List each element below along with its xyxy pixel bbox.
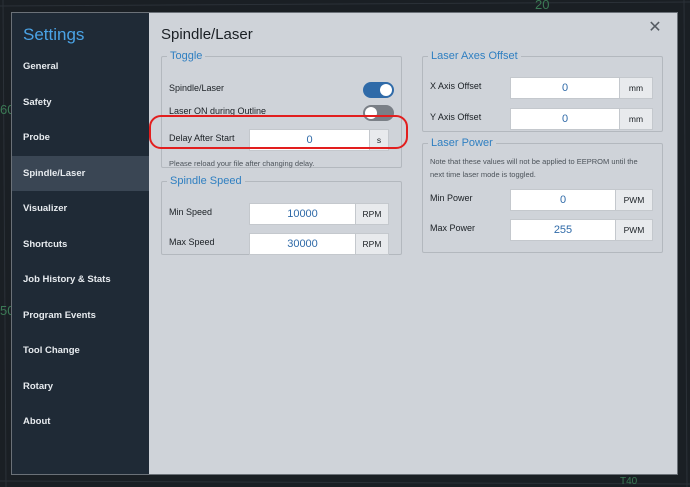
max-power-row: Max Power 255 PWM	[430, 219, 655, 241]
max-speed-unit: RPM	[356, 233, 389, 255]
min-power-label: Min Power	[430, 193, 473, 203]
delay-note: Please reload your file after changing d…	[169, 159, 315, 168]
toggle-legend: Toggle	[170, 50, 203, 62]
laser-outline-toggle[interactable]	[363, 105, 394, 121]
settings-sidebar: Settings General Safety Probe Spindle/La…	[12, 13, 149, 474]
min-speed-unit: RPM	[356, 203, 389, 225]
laser-power-fieldset: Laser Power Note that these values will …	[422, 137, 663, 253]
sidebar-nav: General Safety Probe Spindle/Laser Visua…	[12, 49, 149, 440]
laser-outline-label: Laser ON during Outline	[169, 106, 267, 116]
settings-modal: Settings General Safety Probe Spindle/La…	[11, 12, 678, 475]
sidebar-item-general[interactable]: General	[12, 49, 149, 85]
laser-power-note-line2: next time laser mode is toggled.	[430, 170, 536, 179]
min-speed-row: Min Speed 10000 RPM	[169, 203, 394, 225]
min-speed-input[interactable]: 10000	[249, 203, 356, 225]
delay-unit: s	[370, 129, 389, 151]
page-title: Spindle/Laser	[161, 26, 253, 43]
x-offset-label: X Axis Offset	[430, 81, 482, 91]
bg-axis-number: T40	[620, 476, 638, 487]
min-power-unit: PWM	[616, 189, 653, 211]
sidebar-item-visualizer[interactable]: Visualizer	[12, 191, 149, 227]
min-power-row: Min Power 0 PWM	[430, 189, 655, 211]
sidebar-item-safety[interactable]: Safety	[12, 85, 149, 121]
y-offset-input[interactable]: 0	[510, 108, 620, 130]
laser-power-note-line1: Note that these values will not be appli…	[430, 157, 638, 166]
sidebar-item-tool-change[interactable]: Tool Change	[12, 333, 149, 369]
sidebar-item-shortcuts[interactable]: Shortcuts	[12, 227, 149, 263]
delay-input[interactable]: 0	[249, 129, 370, 151]
spindle-laser-row: Spindle/Laser	[169, 79, 394, 101]
toggle-fieldset: Toggle Spindle/Laser Laser ON during Out…	[161, 50, 402, 168]
max-power-unit: PWM	[616, 219, 653, 241]
spindle-laser-label: Spindle/Laser	[169, 83, 225, 93]
sidebar-item-about[interactable]: About	[12, 404, 149, 440]
min-power-input[interactable]: 0	[510, 189, 616, 211]
max-speed-label: Max Speed	[169, 237, 215, 247]
toggle-knob	[380, 84, 392, 96]
laser-axes-offset-fieldset: Laser Axes Offset X Axis Offset 0 mm Y A…	[422, 50, 663, 132]
sidebar-item-rotary[interactable]: Rotary	[12, 369, 149, 405]
delay-label: Delay After Start	[169, 133, 235, 143]
laser-axes-offset-legend: Laser Axes Offset	[431, 50, 518, 62]
y-offset-unit: mm	[620, 108, 653, 130]
x-offset-unit: mm	[620, 77, 653, 99]
sidebar-title: Settings	[23, 25, 85, 44]
spindle-speed-legend: Spindle Speed	[170, 175, 242, 187]
min-speed-label: Min Speed	[169, 207, 213, 217]
y-offset-label: Y Axis Offset	[430, 112, 482, 122]
max-speed-input[interactable]: 30000	[249, 233, 356, 255]
laser-outline-row: Laser ON during Outline	[169, 102, 394, 124]
max-power-input[interactable]: 255	[510, 219, 616, 241]
spindle-speed-fieldset: Spindle Speed Min Speed 10000 RPM Max Sp…	[161, 175, 402, 255]
settings-content: Spindle/Laser ✕ Toggle Spindle/Laser Las…	[149, 13, 677, 474]
spindle-laser-toggle[interactable]	[363, 82, 394, 98]
max-power-label: Max Power	[430, 223, 476, 233]
toggle-knob	[365, 107, 377, 119]
bg-axis-number: 20	[535, 0, 550, 12]
y-offset-row: Y Axis Offset 0 mm	[430, 108, 655, 130]
laser-power-legend: Laser Power	[431, 137, 493, 149]
sidebar-item-job-history[interactable]: Job History & Stats	[12, 262, 149, 298]
sidebar-item-program-events[interactable]: Program Events	[12, 298, 149, 334]
sidebar-item-probe[interactable]: Probe	[12, 120, 149, 156]
x-offset-input[interactable]: 0	[510, 77, 620, 99]
delay-row: Delay After Start 0 s	[169, 129, 394, 151]
close-icon[interactable]: ✕	[647, 20, 663, 36]
max-speed-row: Max Speed 30000 RPM	[169, 233, 394, 255]
sidebar-item-spindle-laser[interactable]: Spindle/Laser	[12, 155, 149, 191]
x-offset-row: X Axis Offset 0 mm	[430, 77, 655, 99]
